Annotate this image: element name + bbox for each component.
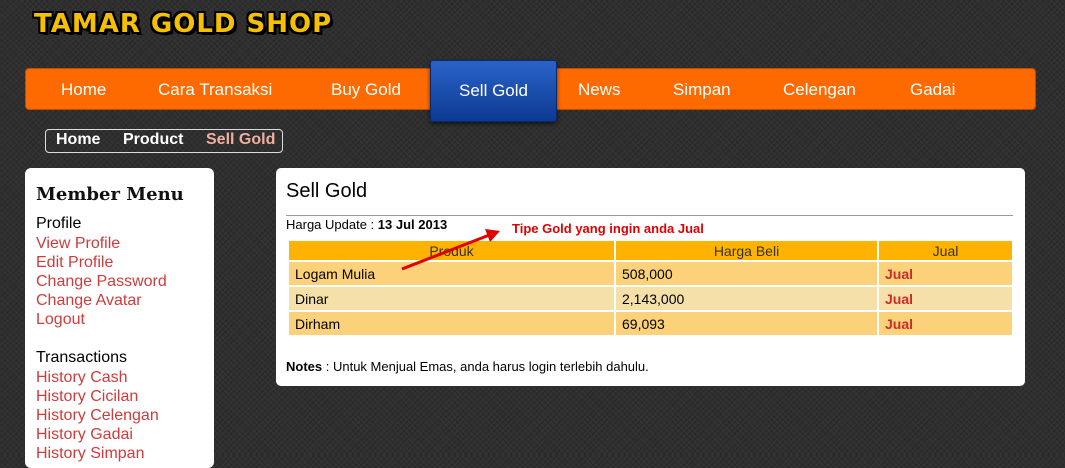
nav-item-buy-gold[interactable]: Buy Gold — [331, 69, 401, 111]
transactions-heading: Transactions — [36, 349, 127, 366]
link-history-cash[interactable]: History Cash — [36, 369, 128, 387]
link-history-simpan[interactable]: History Simpan — [36, 445, 144, 463]
link-view-profile[interactable]: View Profile — [36, 235, 120, 253]
link-history-gadai[interactable]: History Gadai — [36, 426, 133, 444]
nav-item-sell-gold[interactable]: Sell Gold — [430, 60, 557, 122]
link-logout[interactable]: Logout — [36, 311, 85, 329]
member-menu: Member Menu Profile View Profile Edit Pr… — [25, 168, 214, 468]
nav-item-cara-transaksi[interactable]: Cara Transaksi — [158, 69, 272, 111]
breadcrumb-home[interactable]: Home — [56, 131, 100, 149]
link-history-celengan[interactable]: History Celengan — [36, 407, 159, 425]
breadcrumb: Home Product Sell Gold — [45, 129, 283, 153]
main-nav: Home Cara Transaksi Buy Gold Sell Gold N… — [25, 60, 1036, 122]
link-change-avatar[interactable]: Change Avatar — [36, 292, 142, 310]
nav-item-simpan[interactable]: Simpan — [673, 69, 731, 111]
link-change-password[interactable]: Change Password — [36, 273, 167, 291]
member-menu-title: Member Menu — [36, 184, 184, 205]
profile-heading: Profile — [36, 215, 82, 232]
breadcrumb-product[interactable]: Product — [123, 131, 183, 149]
link-history-cicilan[interactable]: History Cicilan — [36, 388, 138, 406]
sell-gold-panel: Sell Gold Harga Update : 13 Jul 2013 Tip… — [276, 168, 1025, 386]
nav-item-news[interactable]: News — [578, 69, 621, 111]
nav-item-home[interactable]: Home — [61, 69, 106, 111]
site-logo[interactable]: TAMAR GOLD SHOP — [34, 9, 332, 39]
nav-item-celengan[interactable]: Celengan — [783, 69, 856, 111]
annotation-arrow-icon — [401, 229, 500, 271]
nav-item-gadai[interactable]: Gadai — [910, 69, 955, 111]
breadcrumb-current: Sell Gold — [206, 131, 276, 148]
link-edit-profile[interactable]: Edit Profile — [36, 254, 113, 272]
